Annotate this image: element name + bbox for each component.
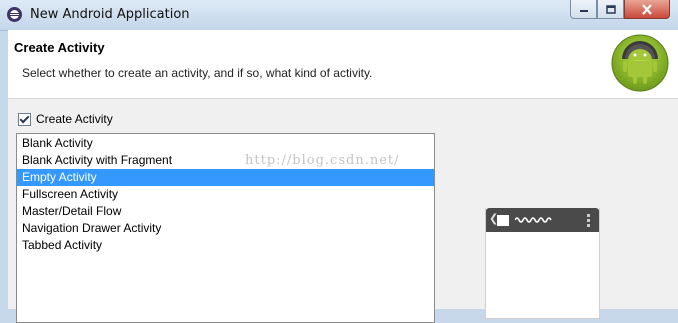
minimize-button[interactable] xyxy=(570,0,597,19)
activity-list-item[interactable]: Blank Activity xyxy=(17,135,434,152)
checkbox-checked-icon[interactable] xyxy=(18,112,31,126)
create-activity-checkbox[interactable]: Create Activity xyxy=(18,112,113,126)
dialog-body: Create Activity Select whether to create… xyxy=(8,30,678,323)
page-description: Select whether to create an activity, an… xyxy=(22,66,373,80)
preview-overflow-menu-icon xyxy=(587,214,590,229)
watermark: http://blog.csdn.net/ xyxy=(245,153,400,168)
maximize-button[interactable] xyxy=(597,0,624,19)
page-title: Create Activity xyxy=(14,40,105,55)
title-bar[interactable]: New Android Application xyxy=(0,0,678,31)
activity-list-item[interactable]: Tabbed Activity xyxy=(17,237,434,254)
activity-list-item[interactable]: Fullscreen Activity xyxy=(17,186,434,203)
minimize-icon xyxy=(579,10,588,12)
maximize-icon xyxy=(605,4,616,14)
close-icon xyxy=(642,3,652,15)
preview-title-wave-icon xyxy=(515,217,552,223)
close-button[interactable] xyxy=(624,0,670,19)
android-logo-icon xyxy=(611,34,669,92)
activity-list-item[interactable]: Navigation Drawer Activity xyxy=(17,220,434,237)
window-title: New Android Application xyxy=(30,7,190,22)
eclipse-icon xyxy=(7,7,22,22)
preview-app-icon xyxy=(497,215,509,226)
wizard-header: Create Activity Select whether to create… xyxy=(8,30,678,99)
activity-list-item[interactable]: Master/Detail Flow xyxy=(17,203,434,220)
activity-list-item[interactable]: Empty Activity xyxy=(17,169,434,186)
preview-action-bar: ❮ xyxy=(486,208,599,232)
activity-preview: ❮ xyxy=(485,208,600,319)
create-activity-label: Create Activity xyxy=(36,112,113,126)
